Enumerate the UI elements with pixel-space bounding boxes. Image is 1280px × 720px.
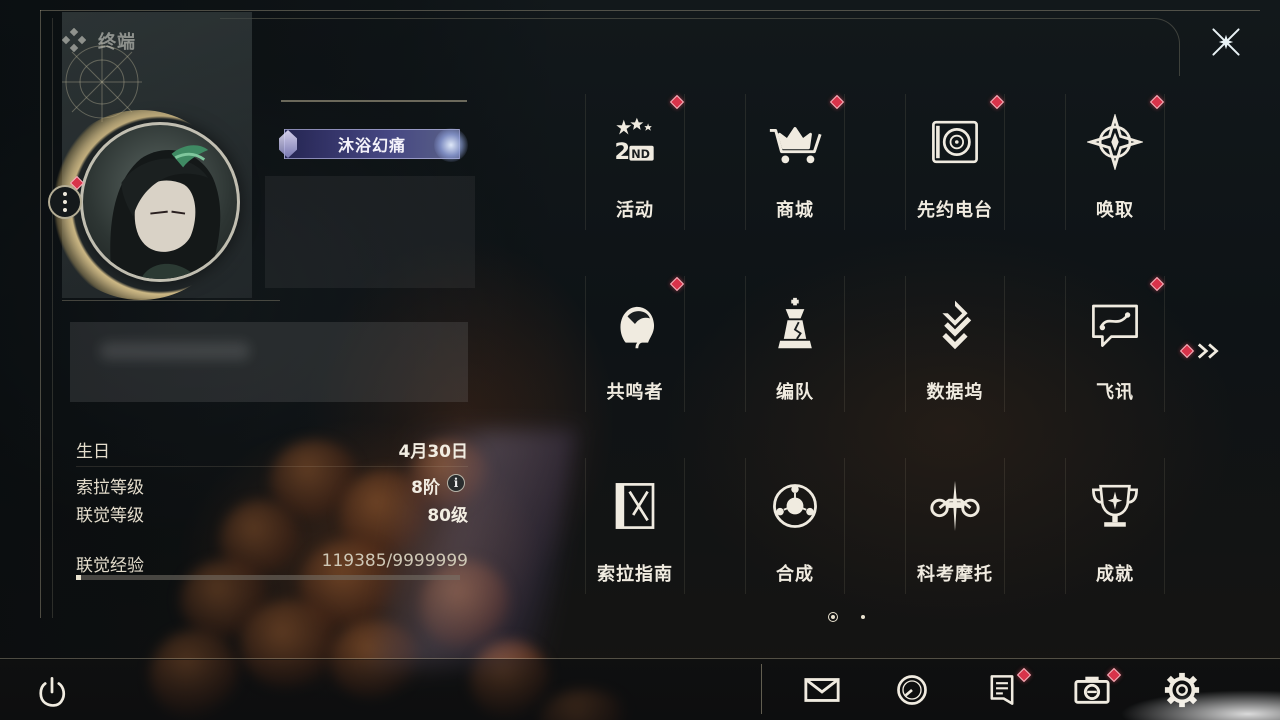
menu-item-data-bank[interactable]: 数据坞 <box>905 276 1005 412</box>
menu-item-label: 成就 <box>1096 564 1134 585</box>
mail-button[interactable] <box>802 670 842 710</box>
union-level-label: 联觉等级 <box>76 506 144 526</box>
trophy-icon <box>1085 476 1145 536</box>
frame-header-curve <box>220 18 1180 76</box>
page-dot[interactable] <box>861 615 865 619</box>
guidebook-icon <box>605 476 665 536</box>
mail-icon <box>804 678 840 702</box>
menu-item-synthesis[interactable]: 合成 <box>745 458 845 594</box>
resonator-icon <box>605 294 665 354</box>
page-dot-active[interactable] <box>828 612 838 622</box>
more-vertical-icon <box>63 190 67 214</box>
menu-item-resonator[interactable]: 共鸣者 <box>585 276 685 412</box>
menu-item-label: 合成 <box>776 564 814 585</box>
next-page-button[interactable] <box>1179 338 1224 364</box>
sola-level-value: 8阶 <box>411 478 440 498</box>
team-chess-icon <box>765 294 825 354</box>
sola-level-label: 索拉等级 <box>76 478 144 498</box>
menu-item-convene[interactable]: 唤取 <box>1065 94 1165 230</box>
notice-icon <box>990 675 1014 705</box>
menu-item-label: 编队 <box>776 382 814 403</box>
shop-cart-icon <box>765 112 825 172</box>
timer-button[interactable] <box>892 670 932 710</box>
avatar[interactable] <box>80 122 240 282</box>
corner-glow <box>1120 690 1280 720</box>
blurred-signature <box>70 322 468 402</box>
menu-item-shop[interactable]: 商城 <box>745 94 845 230</box>
notice-button[interactable] <box>982 667 1032 710</box>
menu-item-radio[interactable]: 先约电台 <box>905 94 1005 230</box>
menu-item-guidebook[interactable]: 索拉指南 <box>585 458 685 594</box>
menu-item-label: 共鸣者 <box>606 382 664 403</box>
bottom-divider <box>761 664 762 714</box>
camera-button[interactable] <box>1072 667 1122 710</box>
menu-item-label: 索拉指南 <box>597 564 673 585</box>
divider <box>76 466 468 467</box>
frame-bottom-line <box>0 658 1280 659</box>
event-2nd-icon: 2 ND <box>605 112 665 172</box>
info-icon[interactable]: i <box>447 474 465 492</box>
frame-inner-left-line <box>52 18 53 618</box>
menu-item-label: 数据坞 <box>926 382 984 403</box>
menu-item-team[interactable]: 编队 <box>745 276 845 412</box>
exp-progress-bar <box>76 575 460 580</box>
close-button[interactable] <box>1206 22 1246 62</box>
message-icon <box>1085 294 1145 354</box>
double-chevron-right-icon <box>1197 343 1219 359</box>
menu-item-achievement[interactable]: 成就 <box>1065 458 1165 594</box>
birthday-value: 4月30日 <box>398 442 469 462</box>
title-badge-label: 沐浴幻痛 <box>337 136 406 155</box>
divider <box>62 300 280 301</box>
title-divider <box>281 100 467 102</box>
exp-progress-fill <box>76 575 81 580</box>
birthday-label: 生日 <box>76 442 110 462</box>
exp-label: 联觉经验 <box>76 556 144 576</box>
blurred-region <box>265 176 475 288</box>
menu-item-motorcycle[interactable]: 科考摩托 <box>905 458 1005 594</box>
notification-dot <box>1179 343 1195 359</box>
close-star-icon <box>1212 28 1240 56</box>
menu-item-event[interactable]: 2 ND 活动 <box>585 94 685 230</box>
menu-item-label: 唤取 <box>1096 200 1134 221</box>
svg-text:2: 2 <box>614 139 630 165</box>
clock-icon <box>897 675 927 705</box>
data-bank-icon <box>925 294 985 354</box>
menu-item-label: 商城 <box>776 200 814 221</box>
frame-left-line <box>40 10 41 618</box>
menu-item-label: 先约电台 <box>917 200 993 221</box>
menu-item-label: 科考摩托 <box>917 564 993 585</box>
menu-item-label: 飞讯 <box>1096 382 1134 403</box>
menu-item-message[interactable]: 飞讯 <box>1065 276 1165 412</box>
frame-top-line <box>40 10 1260 11</box>
exp-value: 119385/9999999 <box>321 551 468 571</box>
union-level-value: 80级 <box>427 506 468 526</box>
radio-icon <box>925 112 985 172</box>
power-button[interactable] <box>32 672 72 712</box>
svg-text:ND: ND <box>631 148 650 161</box>
camera-icon <box>1074 676 1110 704</box>
character-portrait <box>110 145 221 279</box>
menu-item-label: 活动 <box>616 200 654 221</box>
synthesis-icon <box>765 476 825 536</box>
power-icon <box>39 677 66 707</box>
convene-icon <box>1085 112 1145 172</box>
motorcycle-icon <box>925 476 985 536</box>
title-badge-gem-icon <box>434 128 468 162</box>
